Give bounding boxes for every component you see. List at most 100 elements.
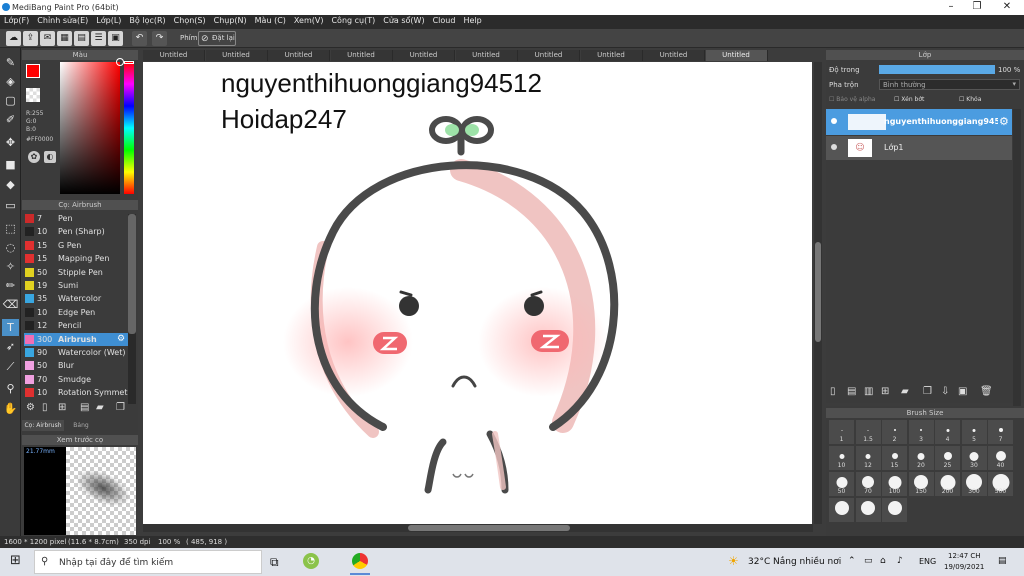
- task-view-icon[interactable]: ⧉: [270, 555, 279, 570]
- close-button[interactable]: ✕: [994, 1, 1020, 12]
- eraser-tool-icon[interactable]: ◈: [2, 73, 19, 90]
- reset-button[interactable]: ⊘ Đặt lại: [198, 31, 236, 46]
- brush-tool-icon[interactable]: ✎: [2, 54, 19, 71]
- brush-item[interactable]: 50 Blur: [24, 359, 128, 372]
- weather-text[interactable]: Nắng nhiều nơi: [773, 557, 841, 567]
- brush-size-option[interactable]: [855, 498, 881, 522]
- brush-size-option[interactable]: 15: [882, 446, 907, 470]
- bucket-tool-icon[interactable]: ◆: [2, 176, 19, 193]
- brush-item[interactable]: 19 Sumi: [24, 279, 128, 292]
- brush-size-option[interactable]: 20: [908, 446, 934, 470]
- menu-tools[interactable]: Công cụ(T): [327, 15, 379, 26]
- operation-tool-icon[interactable]: ➶: [2, 338, 19, 355]
- menu-file[interactable]: Lớp(F): [0, 15, 33, 26]
- opacity-slider[interactable]: [879, 65, 995, 74]
- tab-brush[interactable]: Cọ: Airbrush: [22, 420, 64, 431]
- clock-time[interactable]: 12:47 CH: [948, 552, 981, 560]
- brush-size-option[interactable]: 1.5: [855, 420, 881, 444]
- panel-icon[interactable]: ▣: [108, 31, 123, 46]
- brush-doc-icon[interactable]: ▤: [80, 402, 89, 413]
- hue-slider[interactable]: [124, 62, 134, 194]
- brush-size-option[interactable]: 500: [988, 472, 1013, 496]
- dot-tool-icon[interactable]: ▢: [2, 92, 19, 109]
- brush-item[interactable]: 10 Pen (Sharp): [24, 225, 128, 238]
- select-eraser-icon[interactable]: ⌫: [2, 296, 19, 313]
- primary-color-swatch[interactable]: [26, 64, 40, 78]
- cloud-icon[interactable]: ☁: [6, 31, 21, 46]
- brush-size-option[interactable]: 1: [829, 420, 854, 444]
- brush-item[interactable]: 90 Watercolor (Wet): [24, 346, 128, 359]
- brush-size-option[interactable]: 70: [855, 472, 881, 496]
- brush-item[interactable]: 12 Pencil: [24, 319, 128, 332]
- windows-start-icon[interactable]: ⊞: [10, 554, 24, 568]
- grid-icon[interactable]: ▦: [57, 31, 72, 46]
- layer-row-text[interactable]: nguyenthihuonggiang94512 ⚙: [826, 109, 1012, 135]
- redo-icon[interactable]: ↷: [152, 31, 167, 46]
- brush-size-option[interactable]: 12: [855, 446, 881, 470]
- clip-checkbox[interactable]: ☐ Xén bớt: [894, 96, 924, 103]
- brush-size-option[interactable]: 5: [961, 420, 987, 444]
- lasso-icon[interactable]: ◌: [2, 239, 19, 256]
- brush-settings-icon[interactable]: ⚙: [26, 402, 35, 413]
- list-icon[interactable]: ☰: [91, 31, 106, 46]
- brush-item[interactable]: 10 Rotation Symmetry: [24, 386, 135, 399]
- brush-size-option[interactable]: [829, 498, 854, 522]
- chrome-icon[interactable]: [352, 553, 368, 569]
- add-layer-menu-icon[interactable]: ⊞: [881, 386, 889, 397]
- brush-folder-icon[interactable]: ▰: [96, 402, 104, 413]
- brush-item[interactable]: 70 Smudge: [24, 373, 128, 386]
- brush-size-option[interactable]: 200: [935, 472, 960, 496]
- new-brush-icon[interactable]: ▯: [42, 402, 48, 413]
- tab-document[interactable]: Untitled: [455, 50, 518, 61]
- menu-window[interactable]: Cửa sổ(W): [379, 15, 428, 26]
- tray-app-icon[interactable]: ▭: [864, 556, 873, 566]
- eye-icon[interactable]: [831, 118, 837, 124]
- notification-icon[interactable]: ▤: [998, 556, 1007, 566]
- palette-icon[interactable]: ✿: [28, 151, 40, 163]
- tab-document[interactable]: Untitled: [643, 50, 705, 61]
- select-rect-icon[interactable]: ⬚: [2, 220, 19, 237]
- layer-folder-icon[interactable]: ▰: [901, 386, 909, 397]
- brush-size-option[interactable]: 40: [988, 446, 1013, 470]
- network-icon[interactable]: ⌂: [880, 556, 886, 566]
- weather-temp[interactable]: 32°C: [748, 557, 770, 567]
- hue-slider-handle[interactable]: [124, 61, 134, 64]
- comment-icon[interactable]: ✉: [40, 31, 55, 46]
- menu-cloud[interactable]: Cloud: [429, 15, 460, 26]
- gradient-tool-icon[interactable]: ▭: [2, 197, 19, 214]
- lock-checkbox[interactable]: ☐ Khóa: [959, 96, 981, 103]
- canvas-vscroll-thumb[interactable]: [815, 242, 821, 342]
- tab-document[interactable]: Untitled: [268, 50, 330, 61]
- frame-divider-icon[interactable]: ⟋: [2, 358, 19, 375]
- fill-rect-icon[interactable]: ■: [2, 156, 19, 173]
- brush-size-option[interactable]: 4: [935, 420, 960, 444]
- protect-alpha-checkbox[interactable]: ☐ Bảo vệ alpha: [829, 96, 875, 103]
- move-tool-icon[interactable]: ✥: [2, 134, 19, 151]
- tab-document[interactable]: Untitled: [705, 50, 768, 61]
- magic-wand-icon[interactable]: ✧: [2, 258, 19, 275]
- brush-item[interactable]: 50 Stipple Pen: [24, 266, 128, 279]
- brush-size-option[interactable]: 100: [882, 472, 907, 496]
- hand-tool-icon[interactable]: ✋: [2, 400, 19, 417]
- brush-copy-icon[interactable]: ❐: [116, 402, 125, 413]
- brush-size-option[interactable]: 25: [935, 446, 960, 470]
- layer-adjust-icon[interactable]: ▣: [958, 386, 967, 397]
- canvas-hscroll-thumb[interactable]: [408, 525, 570, 531]
- language-indicator[interactable]: ENG: [919, 557, 936, 566]
- brush-list-scroll-thumb[interactable]: [128, 214, 136, 334]
- eyedropper-icon[interactable]: ⚲: [2, 380, 19, 397]
- brush-item[interactable]: 10 Edge Pen: [24, 306, 128, 319]
- palette-add-icon[interactable]: ◐: [44, 151, 56, 163]
- menu-color[interactable]: Màu (C): [251, 15, 290, 26]
- blend-mode-select[interactable]: Bình thường ▾: [879, 79, 1020, 90]
- tab-palette[interactable]: Bảng màu: [66, 420, 96, 440]
- brush-size-option[interactable]: 150: [908, 472, 934, 496]
- volume-icon[interactable]: ♪: [897, 556, 903, 566]
- text-tool-icon[interactable]: T: [2, 319, 19, 336]
- brush-item[interactable]: 15 Mapping Pen: [24, 252, 128, 265]
- saturation-value-picker[interactable]: [60, 62, 120, 194]
- coccoc-browser-icon[interactable]: ◔: [303, 553, 319, 569]
- brush-item[interactable]: 35 Watercolor: [24, 292, 128, 305]
- brush-list-scrollbar[interactable]: [128, 214, 136, 404]
- new-layer-icon[interactable]: ▯: [830, 386, 836, 397]
